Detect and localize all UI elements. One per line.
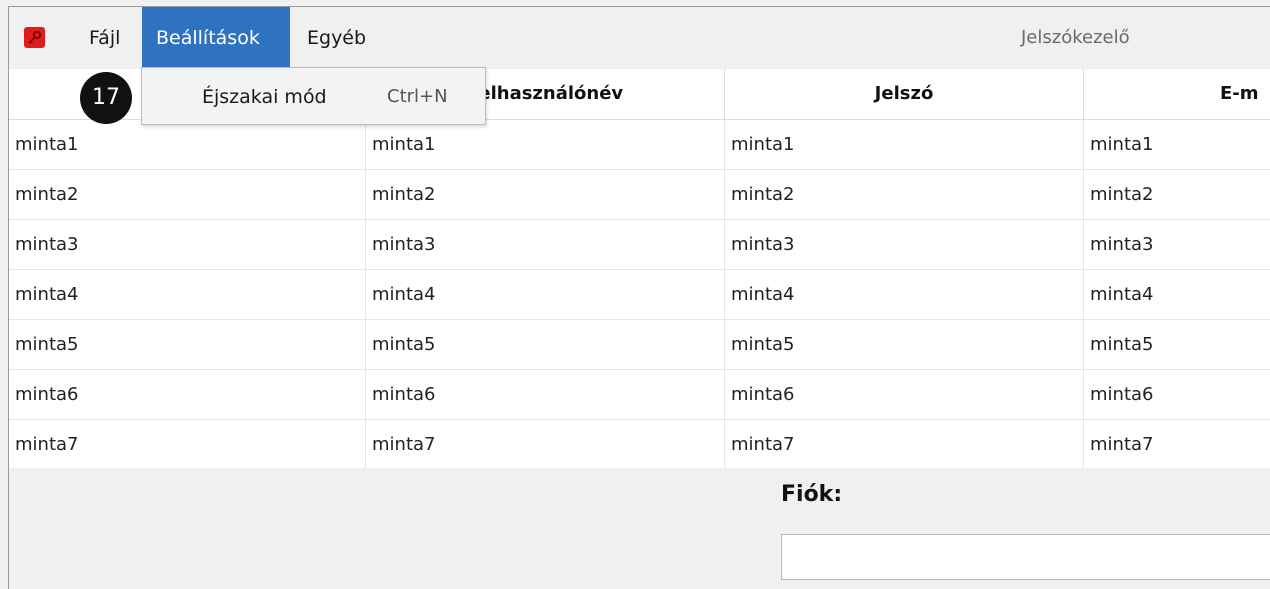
table-cell[interactable]: minta6 xyxy=(366,370,725,419)
table-cell[interactable]: minta3 xyxy=(366,220,725,269)
table-cell[interactable]: minta6 xyxy=(1084,370,1270,419)
table-cell[interactable]: minta4 xyxy=(725,270,1084,319)
window-title: Jelszókezelő xyxy=(1021,27,1130,48)
table-row[interactable]: minta2 minta2 minta2 minta2 xyxy=(9,170,1270,220)
settings-dropdown-menu: Éjszakai mód Ctrl+N xyxy=(141,67,486,125)
account-label: Fiók: xyxy=(781,482,843,507)
accounts-table: Felhasználónév Jelszó E-m minta1 minta1 … xyxy=(9,69,1270,469)
table-row[interactable]: minta4 minta4 minta4 minta4 xyxy=(9,270,1270,320)
table-row[interactable]: minta1 minta1 minta1 minta1 xyxy=(9,120,1270,170)
table-cell[interactable]: minta5 xyxy=(725,320,1084,369)
table-cell[interactable]: minta5 xyxy=(366,320,725,369)
menu-bar: Fájl Beállítások Egyéb Jelszókezelő xyxy=(9,7,1270,69)
table-cell[interactable]: minta5 xyxy=(1084,320,1270,369)
shortcut-label: Ctrl+N xyxy=(387,86,448,107)
table-cell[interactable]: minta1 xyxy=(366,120,725,169)
column-header-password[interactable]: Jelszó xyxy=(725,69,1084,119)
table-cell[interactable]: minta4 xyxy=(366,270,725,319)
menu-settings[interactable]: Beállítások xyxy=(142,7,290,69)
table-cell[interactable]: minta2 xyxy=(9,170,366,219)
table-cell[interactable]: minta7 xyxy=(366,420,725,469)
step-badge: 17 xyxy=(80,72,132,124)
key-icon xyxy=(24,27,45,48)
table-cell[interactable]: minta7 xyxy=(9,420,366,469)
table-row[interactable]: minta3 minta3 minta3 minta3 xyxy=(9,220,1270,270)
table-cell[interactable]: minta3 xyxy=(1084,220,1270,269)
table-cell[interactable]: minta2 xyxy=(725,170,1084,219)
table-cell[interactable]: minta7 xyxy=(725,420,1084,469)
column-header-email[interactable]: E-m xyxy=(1084,69,1270,119)
menu-other[interactable]: Egyéb xyxy=(293,7,380,69)
table-cell[interactable]: minta4 xyxy=(9,270,366,319)
table-cell[interactable]: minta3 xyxy=(725,220,1084,269)
table-cell[interactable]: minta2 xyxy=(1084,170,1270,219)
table-cell[interactable]: minta1 xyxy=(1084,120,1270,169)
table-cell[interactable]: minta4 xyxy=(1084,270,1270,319)
table-cell[interactable]: minta1 xyxy=(725,120,1084,169)
menu-file[interactable]: Fájl xyxy=(75,7,134,69)
table-row[interactable]: minta6 minta6 minta6 minta6 xyxy=(9,370,1270,420)
table-cell[interactable]: minta6 xyxy=(725,370,1084,419)
table-cell[interactable]: minta5 xyxy=(9,320,366,369)
table-cell[interactable]: minta2 xyxy=(366,170,725,219)
table-row[interactable]: minta5 minta5 minta5 minta5 xyxy=(9,320,1270,370)
table-cell[interactable]: minta3 xyxy=(9,220,366,269)
table-cell[interactable]: minta6 xyxy=(9,370,366,419)
account-input[interactable] xyxy=(781,534,1270,580)
table-cell[interactable]: minta7 xyxy=(1084,420,1270,469)
menu-item-night-mode[interactable]: Éjszakai mód xyxy=(202,68,327,126)
table-row[interactable]: minta7 minta7 minta7 minta7 xyxy=(9,420,1270,469)
table-cell[interactable]: minta1 xyxy=(9,120,366,169)
